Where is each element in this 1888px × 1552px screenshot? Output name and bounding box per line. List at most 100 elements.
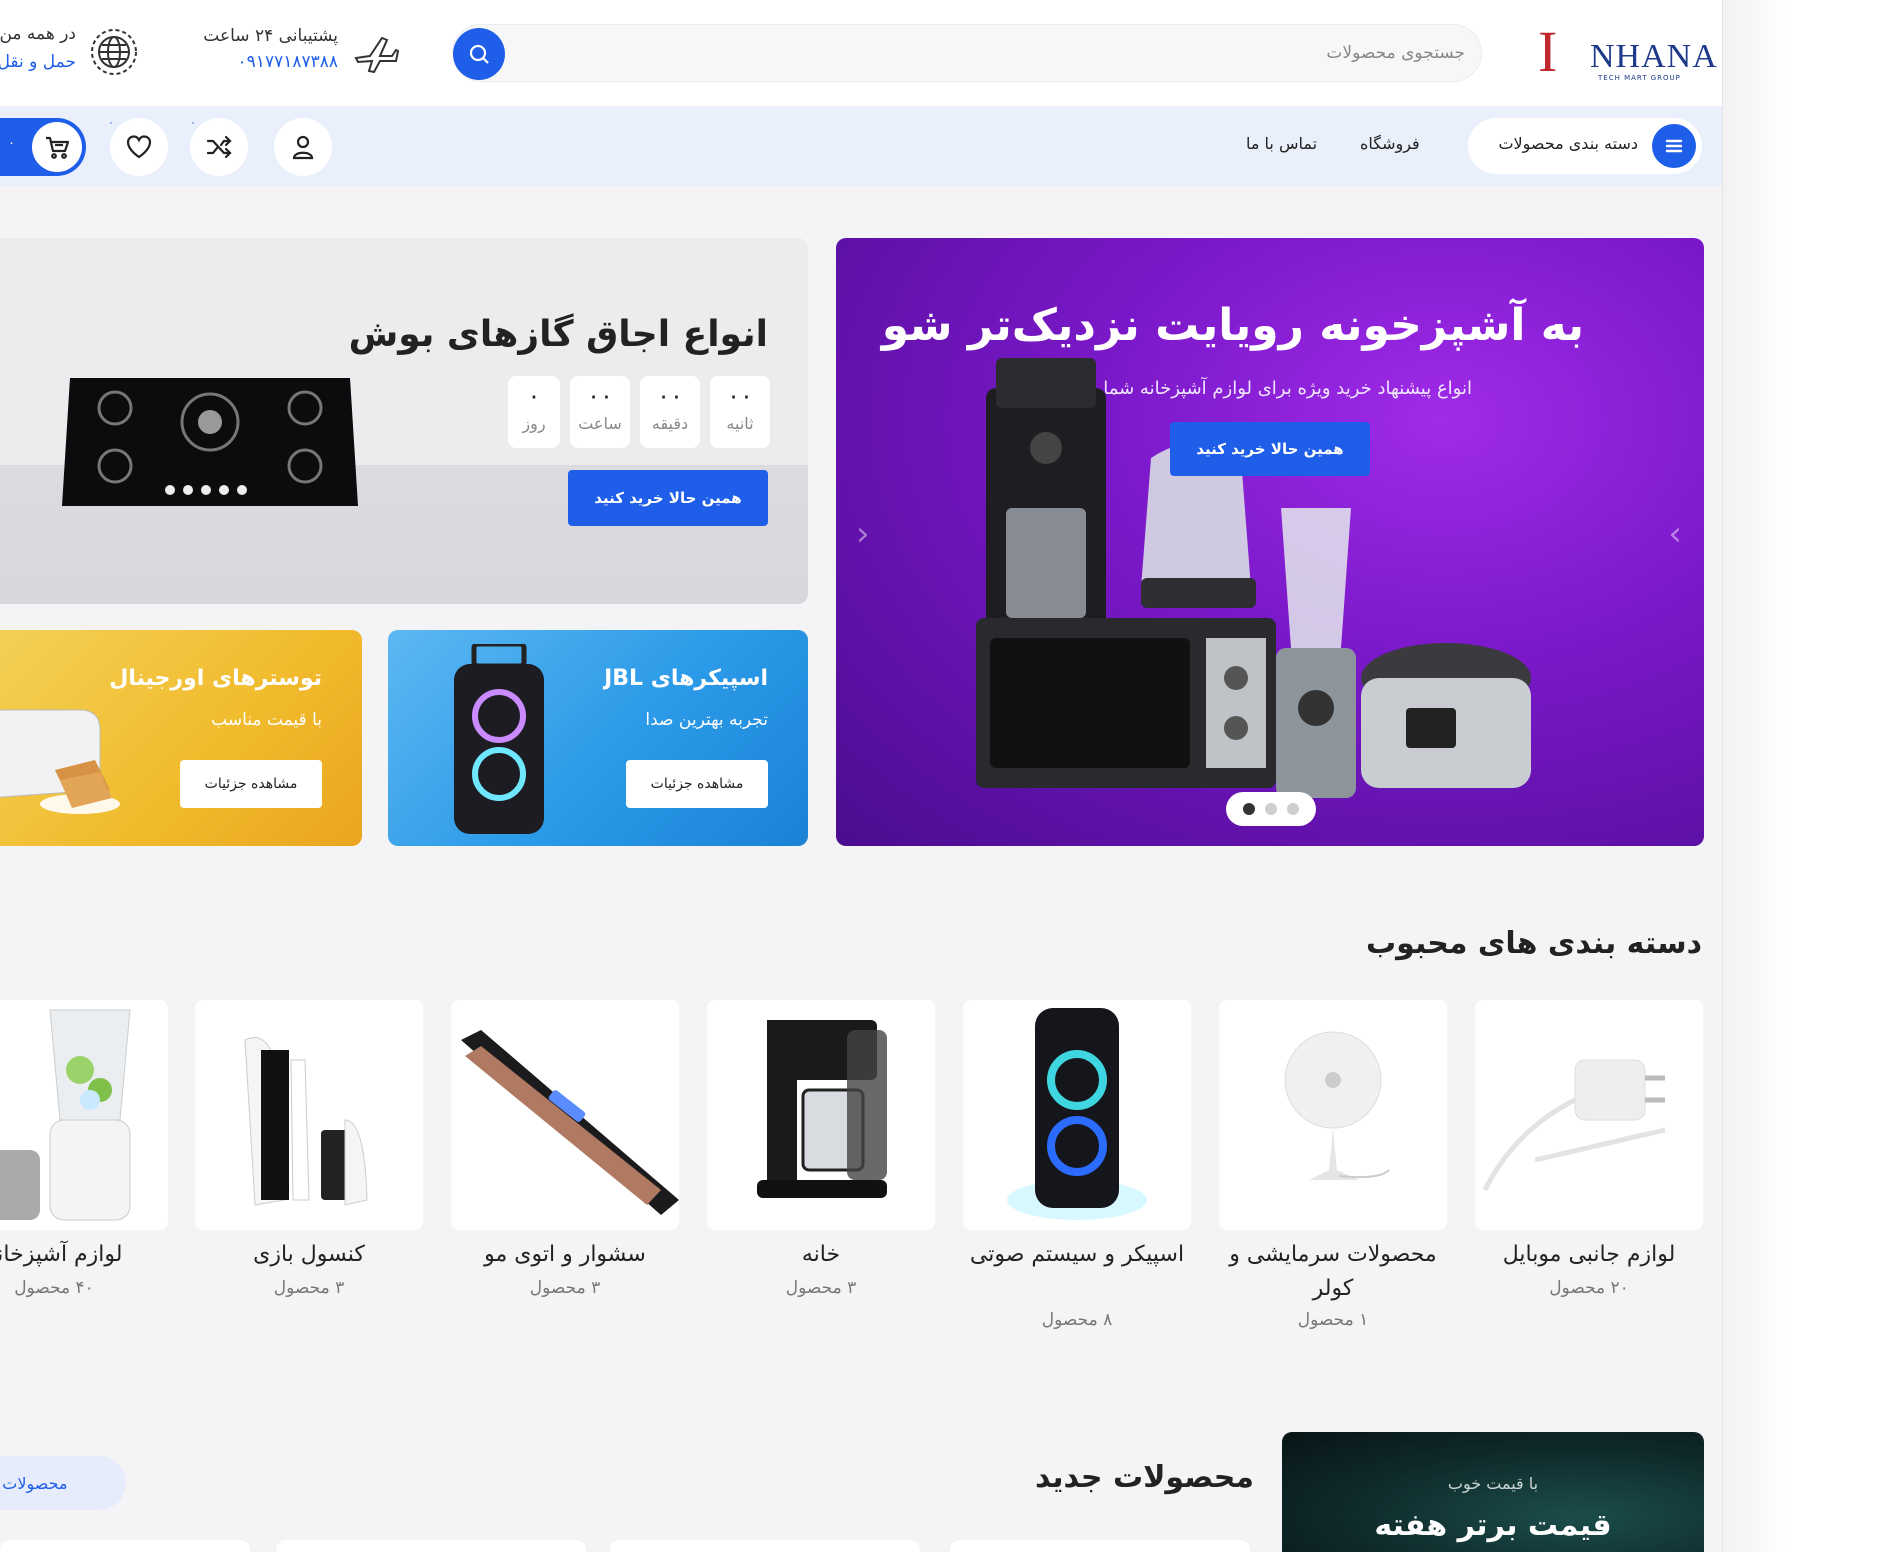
fan-image	[1284, 1031, 1390, 1180]
blender-image	[0, 1009, 131, 1221]
timer-value: ۰۰	[587, 382, 613, 410]
shipping-label: در همه من	[0, 24, 76, 44]
category-name[interactable]: لوازم جانبی موبایل	[1475, 1238, 1703, 1272]
category-card-cooling[interactable]	[1219, 1000, 1447, 1230]
slider-dot[interactable]	[1287, 803, 1299, 815]
category-card-console[interactable]	[195, 1000, 423, 1230]
game-console-image	[244, 1037, 368, 1206]
slider-dot-active[interactable]	[1243, 803, 1255, 815]
category-card-home[interactable]	[707, 1000, 935, 1230]
weekly-deal-title: قیمت برتر هفته	[1374, 1508, 1612, 1543]
category-count: ۳ محصول	[785, 1278, 857, 1298]
compare-button[interactable]	[190, 118, 248, 176]
coffee-maker-image	[757, 1020, 887, 1198]
categories-menu-button[interactable]: دسته بندی محصولات	[1468, 118, 1702, 174]
category-count: ۳ محصول	[529, 1278, 601, 1298]
next-slide-icon[interactable]: ›	[1668, 514, 1682, 554]
kitchen-appliances-image	[976, 358, 1531, 798]
more-products-button[interactable]: محصولات بیشتر	[0, 1456, 126, 1510]
category-name[interactable]: اسپیکر و سیستم صوتی	[963, 1238, 1191, 1272]
product-card[interactable]	[950, 1540, 1250, 1552]
category-name[interactable]: سشوار و اتوی مو	[451, 1238, 679, 1272]
weekly-deal-banner[interactable]: با قیمت خوب قیمت برتر هفته	[1282, 1432, 1704, 1552]
timer-hours: ۰۰ ساعت	[570, 376, 630, 448]
toaster-image	[0, 709, 120, 814]
site-logo[interactable]: I NHANA TECH MART GROUP	[1538, 18, 1717, 90]
main-nav: دسته بندی محصولات فروشگاه تماس با ما ۰ ۰…	[0, 106, 1722, 186]
wishlist-count: ۰	[108, 116, 114, 129]
gas-stove-banner[interactable]: انواع اجاق گازهای بوش ۰۰ ثانیه ۰۰ دقیقه ۰۰…	[0, 238, 808, 604]
cart-button[interactable]: ۰	[0, 118, 86, 176]
timer-label: ساعت	[578, 414, 622, 433]
gas-banner-cta-button[interactable]: همین حالا خرید کنید	[568, 470, 768, 526]
timer-days: ۰ روز	[508, 376, 560, 448]
wishlist-button[interactable]	[110, 118, 168, 176]
search-input[interactable]	[565, 25, 1465, 81]
timer-value: ۰	[527, 382, 541, 410]
heart-icon	[126, 135, 152, 159]
slider-dot[interactable]	[1265, 803, 1277, 815]
nav-link-contact[interactable]: تماس با ما	[1246, 134, 1317, 153]
hamburger-icon	[1652, 124, 1696, 168]
jbl-details-button[interactable]: مشاهده جزئیات	[626, 760, 768, 808]
hero-cta-button[interactable]: همین حالا خرید کنید	[1170, 422, 1370, 476]
hero-slider[interactable]: ‹ › به آشپزخونه رویایت نزدیک‌تر شو انواع…	[836, 238, 1704, 846]
search-button[interactable]	[453, 28, 505, 80]
search-icon	[469, 44, 489, 64]
timer-label: روز	[522, 414, 546, 433]
category-card-hair[interactable]	[451, 1000, 679, 1230]
airplane-icon	[354, 36, 400, 74]
category-count: ۲۰ محصول	[1549, 1278, 1629, 1298]
category-count: ۳ محصول	[273, 1278, 345, 1298]
hero-subtitle: انواع پیشنهاد خرید ویژه برای لوازم آشپزخ…	[1103, 378, 1472, 399]
toaster-promo-banner[interactable]: توسترهای اورجینال با قیمت مناسب مشاهده ج…	[0, 630, 362, 846]
nav-link-shop[interactable]: فروشگاه	[1360, 134, 1420, 153]
top-header: I NHANA TECH MART GROUP پشتیبانی ۲۴ ساعت…	[0, 0, 1722, 106]
account-button[interactable]	[274, 118, 332, 176]
jbl-promo-banner[interactable]: اسپیکرهای JBL تجربه بهترین صدا مشاهده جز…	[388, 630, 808, 846]
logo-mark: I	[1538, 19, 1557, 84]
category-count: ۱ محصول	[1297, 1310, 1369, 1330]
timer-value: ۰۰	[727, 382, 753, 410]
category-name[interactable]: کنسول بازی	[195, 1238, 423, 1272]
toaster-title: توسترهای اورجینال	[109, 666, 322, 691]
category-card-speakers[interactable]	[963, 1000, 1191, 1230]
category-count: ۴۰ محصول	[14, 1278, 94, 1298]
gas-banner-title: انواع اجاق گازهای بوش	[348, 314, 768, 355]
category-name[interactable]: لوازم آشپزخانه	[0, 1238, 168, 1272]
product-card[interactable]	[0, 1540, 250, 1552]
timer-seconds: ۰۰ ثانیه	[710, 376, 770, 448]
jbl-subtitle: تجربه بهترین صدا	[645, 710, 768, 730]
support-phone[interactable]: ۰۹۱۷۷۱۸۷۳۸۸	[238, 52, 338, 72]
category-card-kitchen[interactable]	[0, 1000, 168, 1230]
category-count: ۸ محصول	[1041, 1310, 1113, 1330]
shipping-sub: حمل و نقل	[0, 52, 76, 72]
product-card[interactable]	[610, 1540, 920, 1552]
user-icon	[292, 135, 314, 160]
timer-label: دقیقه	[651, 414, 689, 433]
globe-icon	[91, 29, 137, 75]
search-bar	[452, 24, 1482, 82]
timer-minutes: ۰۰ دقیقه	[640, 376, 700, 448]
categories-menu-label: دسته بندی محصولات	[1498, 134, 1638, 153]
timer-label: ثانیه	[726, 414, 754, 433]
cart-count: ۰	[8, 136, 15, 151]
product-card[interactable]	[276, 1540, 586, 1552]
new-products-title: محصولات جدید	[1034, 1460, 1254, 1495]
weekly-deal-subtitle: با قیمت خوب	[1447, 1474, 1539, 1493]
slider-dots	[1226, 792, 1316, 826]
toaster-details-button[interactable]: مشاهده جزئیات	[180, 760, 322, 808]
category-name[interactable]: خانه	[707, 1238, 935, 1272]
support-info: پشتیبانی ۲۴ ساعت ۰۹۱۷۷۱۸۷۳۸۸	[186, 24, 406, 82]
toaster-subtitle: با قیمت مناسب	[211, 710, 322, 730]
hair-straightener-image	[461, 1030, 679, 1215]
gas-stove-image	[62, 378, 358, 506]
compare-count: ۰	[190, 116, 196, 129]
support-label: پشتیبانی ۲۴ ساعت	[203, 26, 338, 46]
popular-categories-title: دسته بندی های محبوب	[1366, 926, 1702, 961]
category-card-mobile-accessories[interactable]	[1475, 1000, 1703, 1230]
prev-slide-icon[interactable]: ‹	[856, 514, 870, 554]
cart-icon	[32, 122, 82, 172]
page: I NHANA TECH MART GROUP پشتیبانی ۲۴ ساعت…	[0, 0, 1722, 1552]
category-name[interactable]: محصولات سرمایشی و کولر	[1219, 1238, 1447, 1306]
